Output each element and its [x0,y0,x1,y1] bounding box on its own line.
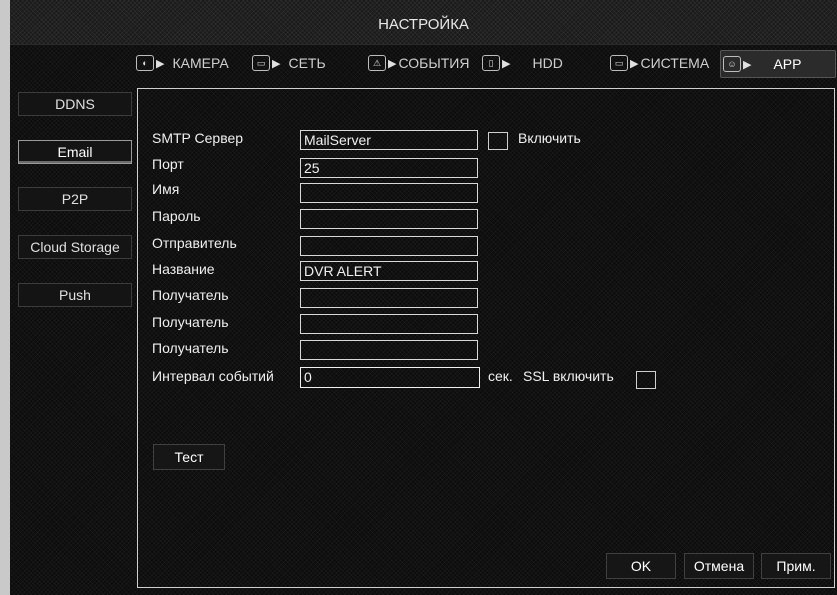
cancel-button[interactable]: Отмена [684,553,754,579]
password-label: Пароль [152,208,201,224]
recipient-1-field[interactable] [300,288,478,308]
recipient-3-field[interactable] [300,340,478,360]
username-label: Имя [152,181,180,197]
enable-checkbox[interactable] [488,132,508,150]
arrow-right-icon: ▶ [272,57,281,70]
subject-label: Название [152,261,215,277]
tab-network[interactable]: ▭ ▶ СЕТЬ [252,50,326,76]
enable-label: Включить [518,130,581,146]
sidebar-item-push[interactable]: Push [18,283,132,307]
sender-label: Отправитель [152,235,237,251]
tab-system[interactable]: ▭ ▶ СИСТЕМА [610,50,709,76]
arrow-right-icon: ▶ [630,57,639,70]
tab-network-label: СЕТЬ [288,55,326,71]
recipient-2-field[interactable] [300,314,478,334]
tab-events-label: СОБЫТИЯ [398,55,470,71]
hdd-icon: ▯ [482,55,500,71]
recipient-1-label: Получатель [152,287,229,303]
smtp-server-field[interactable]: MailServer [300,130,478,150]
interval-unit-label: сек. [488,368,513,384]
monitor-icon: ▭ [610,55,628,71]
title-bar: НАСТРОЙКА [10,0,837,45]
tab-app-label: APP [773,56,802,72]
tab-camera[interactable]: ◐ ▶ КАМЕРА [136,50,229,76]
smtp-server-label: SMTP Сервер [152,130,244,146]
ssl-label: SSL включить [523,368,614,384]
tab-app[interactable]: ☺ ▶ APP [720,50,836,78]
sidebar-item-ddns[interactable]: DDNS [18,92,132,116]
network-icon: ▭ [252,55,270,71]
test-button[interactable]: Тест [153,444,225,470]
port-label: Порт [152,156,184,172]
alarm-icon: ⚠ [368,55,386,71]
recipient-3-label: Получатель [152,340,229,356]
tab-system-label: СИСТЕМА [640,55,710,71]
sidebar-item-cloud-storage[interactable]: Cloud Storage [18,235,132,259]
password-field[interactable] [300,209,478,229]
app-icon: ☺ [723,56,741,72]
setup-window: НАСТРОЙКА ◐ ▶ КАМЕРА ▭ ▶ СЕТЬ ⚠ ▶ СОБЫТИ… [10,0,837,595]
camera-icon: ◐ [136,55,154,71]
arrow-right-icon: ▶ [388,57,397,70]
apply-button[interactable]: Прим. [761,553,831,579]
tab-hdd-label: HDD [532,55,563,71]
ssl-checkbox[interactable] [636,371,656,389]
window-title: НАСТРОЙКА [378,16,469,33]
tab-camera-label: КАМЕРА [172,55,229,71]
recipient-2-label: Получатель [152,314,229,330]
sidebar-item-email[interactable]: Email [18,140,132,164]
sender-field[interactable] [300,236,478,256]
subject-field[interactable]: DVR ALERT [300,261,478,281]
tab-hdd[interactable]: ▯ ▶ HDD [482,50,563,76]
tab-events[interactable]: ⚠ ▶ СОБЫТИЯ [368,50,469,76]
email-settings-panel: SMTP Сервер MailServer Включить Порт 25 … [137,88,835,588]
main-tabs: ◐ ▶ КАМЕРА ▭ ▶ СЕТЬ ⚠ ▶ СОБЫТИЯ ▯ ▶ HDD … [136,50,836,78]
username-field[interactable] [300,183,478,203]
sidebar-item-p2p[interactable]: P2P [18,187,132,211]
arrow-right-icon: ▶ [502,57,511,70]
ok-button[interactable]: OK [606,553,676,579]
event-interval-field[interactable]: 0 [300,367,480,388]
arrow-right-icon: ▶ [743,58,752,71]
arrow-right-icon: ▶ [156,57,165,70]
event-interval-label: Интервал событий [152,368,274,384]
port-field[interactable]: 25 [300,158,478,178]
